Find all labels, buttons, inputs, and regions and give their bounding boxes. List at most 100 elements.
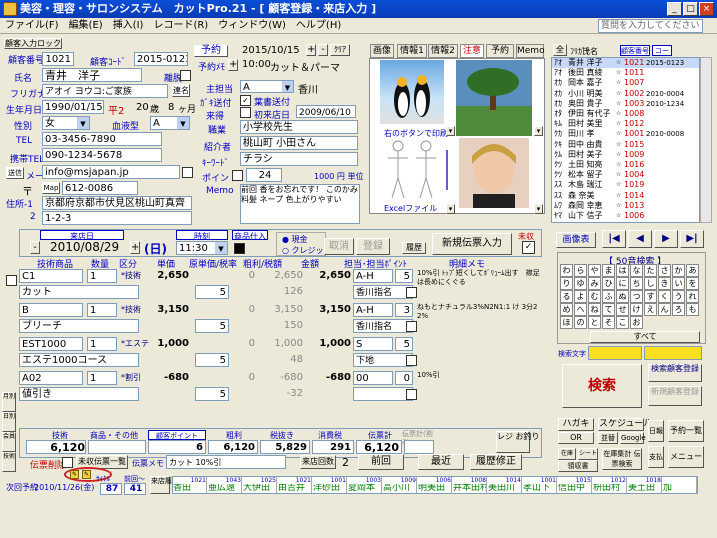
slip-code-field[interactable]: A02: [19, 371, 83, 385]
memo-field[interactable]: 前回 香をお忘れです！ このかみ 料髪 ネープ 色上がりやすい: [240, 184, 360, 224]
image1-menu-button[interactable]: ▾: [446, 126, 455, 136]
edit-icon[interactable]: ✎: [70, 470, 79, 479]
tab-image[interactable]: 画像: [370, 44, 394, 58]
visit-time-select[interactable]: 11:30 ▼: [176, 241, 228, 255]
tab-reserve[interactable]: 予約: [486, 44, 514, 58]
history-item[interactable]: 1021 香田: [173, 477, 207, 493]
list-item[interactable]: ｸﾂ 松本 留子 ☆ 1004: [552, 170, 699, 180]
slip-code-field[interactable]: B: [19, 303, 83, 317]
slip-memo[interactable]: 10%引 ﾄｯﾌﾟ短くしてﾎﾞﾘｭｰﾑ出す 襟足は長めにくぐる: [417, 269, 541, 301]
history-item[interactable]: 1003 夏岡本: [348, 477, 382, 493]
tab-info2[interactable]: 情報2: [428, 44, 458, 58]
menu-insert[interactable]: 挿入(I): [108, 18, 149, 34]
kana-key[interactable]: や: [588, 264, 601, 277]
unlock-button[interactable]: 顧客入力ロック: [4, 38, 62, 49]
kana-key[interactable]: に: [616, 277, 629, 290]
stock-button[interactable]: 在庫: [558, 448, 576, 460]
schedule-button[interactable]: スケジュール: [598, 418, 652, 431]
keyword-field[interactable]: チラシ: [240, 152, 358, 166]
menu-file[interactable]: ファイル(F): [0, 18, 64, 34]
kana-key[interactable]: と: [588, 316, 601, 329]
slip-taxrate-field[interactable]: 5: [195, 319, 229, 333]
slip-row-checkbox[interactable]: [406, 355, 417, 366]
kana-key[interactable]: ち: [630, 277, 643, 290]
gift-checkbox[interactable]: [234, 243, 245, 254]
slip-name-field[interactable]: ブリーチ: [19, 319, 139, 333]
kana-key[interactable]: か: [672, 264, 685, 277]
list-item[interactable]: ｽｽ 木島 瑞江 ☆ 1019: [552, 180, 699, 190]
slip-memo[interactable]: [417, 337, 541, 369]
visit-date-plus-button[interactable]: +: [130, 241, 140, 254]
kana-key[interactable]: お: [630, 316, 643, 329]
list-item[interactable]: ｸﾑ 田村 美子 ☆ 1009: [552, 150, 699, 160]
kana-all-button[interactable]: すべて: [590, 331, 700, 343]
history-item[interactable]: 1043 亜広遠: [208, 477, 242, 493]
visit-type-checkbox[interactable]: [240, 107, 251, 118]
history-item[interactable]: 1001 洋砂田: [313, 477, 347, 493]
point-checkbox[interactable]: [232, 170, 243, 181]
kana-key[interactable]: な: [630, 264, 643, 277]
or-button[interactable]: OR: [558, 432, 594, 444]
mobile-field[interactable]: 090-1234-5678: [42, 148, 162, 162]
dob-field[interactable]: 1990/01/15: [42, 100, 104, 114]
kana-key[interactable]: ぬ: [616, 290, 629, 303]
kana-key[interactable]: ん: [658, 303, 671, 316]
kana-key[interactable]: あ: [686, 264, 699, 277]
slip-memo-field[interactable]: カット 10%引: [166, 455, 286, 469]
kana-key[interactable]: い: [672, 277, 685, 290]
kana-key[interactable]: え: [644, 303, 657, 316]
list-item[interactable]: ｵｶ 岡本 嘉子 ☆ 1007: [552, 78, 699, 88]
kana-key[interactable]: る: [560, 290, 573, 303]
kana-key[interactable]: め: [560, 303, 573, 316]
visit-history-button[interactable]: 来店履歴: [150, 476, 179, 494]
history-item[interactable]: 1008 井本田村: [453, 477, 487, 493]
kana-key[interactable]: ひ: [602, 277, 615, 290]
list-item[interactable]: ｸﾂ 土田 知亮 ☆ 1016: [552, 160, 699, 170]
kana-key[interactable]: よ: [574, 290, 587, 303]
slip-point-field[interactable]: 5: [395, 337, 413, 351]
slip-row-checkbox[interactable]: [406, 389, 417, 400]
menu-help[interactable]: ヘルプ(H): [291, 18, 346, 34]
kana-key[interactable]: き: [658, 277, 671, 290]
history-item[interactable]: 1014 美田川: [488, 477, 522, 493]
slip-row-checkbox[interactable]: [406, 287, 417, 298]
prev-visit-button[interactable]: 前回: [358, 454, 404, 470]
kana-key[interactable]: た: [644, 264, 657, 277]
mail-send-button[interactable]: 送信: [6, 167, 24, 179]
image-table-button[interactable]: 画像表: [556, 232, 596, 248]
main-rank-select[interactable]: A ▼: [240, 80, 294, 93]
customer-list[interactable]: ｱｵ 青井 洋子 ☆ 1021 2015-0123 ｱｵ 後田 真綾 ☆ 1011 ｵｶ 岡本 嘉子…: [551, 57, 700, 223]
slip-code-field[interactable]: EST1000: [19, 337, 83, 351]
first-visit-field[interactable]: 2009/06/10: [296, 105, 356, 118]
slip-name-field[interactable]: エステ1000コース: [19, 353, 139, 367]
kana-key[interactable]: ゆ: [574, 277, 587, 290]
tab-caution[interactable]: 注意: [460, 44, 484, 58]
kana-key[interactable]: を: [686, 277, 699, 290]
delete-slip-checkbox[interactable]: [62, 457, 73, 468]
zip-field[interactable]: 612-0086: [62, 181, 138, 195]
daily-report-button[interactable]: 日報: [648, 420, 664, 442]
kana-key[interactable]: ろ: [672, 303, 685, 316]
visit-date-minus-button[interactable]: -: [30, 241, 40, 254]
list-item[interactable]: ﾔﾏ 山下 信子 ☆ 1006: [552, 211, 699, 221]
slip-staff-field[interactable]: [353, 387, 413, 401]
list-item[interactable]: ｱｵ 青井 洋子 ☆ 1021 2015-0123: [552, 58, 699, 68]
menu-window[interactable]: ウィンドウ(W): [213, 18, 291, 34]
list-item[interactable]: ｸｷ 田中 由貴 ☆ 1015: [552, 140, 699, 150]
customer-list-scrollbar[interactable]: [700, 57, 712, 223]
list-item[interactable]: ｵﾀ 伊田 有代子 ☆ 1008: [552, 109, 699, 119]
slip-taxrate-field[interactable]: 5: [195, 353, 229, 367]
google-button[interactable]: Google: [620, 432, 646, 444]
kana-key[interactable]: は: [616, 264, 629, 277]
slip-point-field[interactable]: 5: [395, 269, 413, 283]
register-button[interactable]: 登録: [356, 238, 390, 255]
menu-record[interactable]: レコード(R): [148, 18, 213, 34]
register-change-button[interactable]: レジ お釣り: [496, 431, 540, 453]
kana-key[interactable]: す: [644, 290, 657, 303]
stock-summary-button[interactable]: 在庫集計 伝票検索: [602, 448, 642, 470]
slip-taxrate-field[interactable]: 5: [195, 387, 229, 401]
slip-memo[interactable]: ねもとナチュラル3%N2N1:1 け 3分2 2%: [417, 303, 541, 335]
payment-cash[interactable]: ● 現金: [282, 234, 308, 245]
slip-qty-field[interactable]: 1: [87, 303, 117, 317]
kana-key[interactable]: う: [672, 290, 685, 303]
